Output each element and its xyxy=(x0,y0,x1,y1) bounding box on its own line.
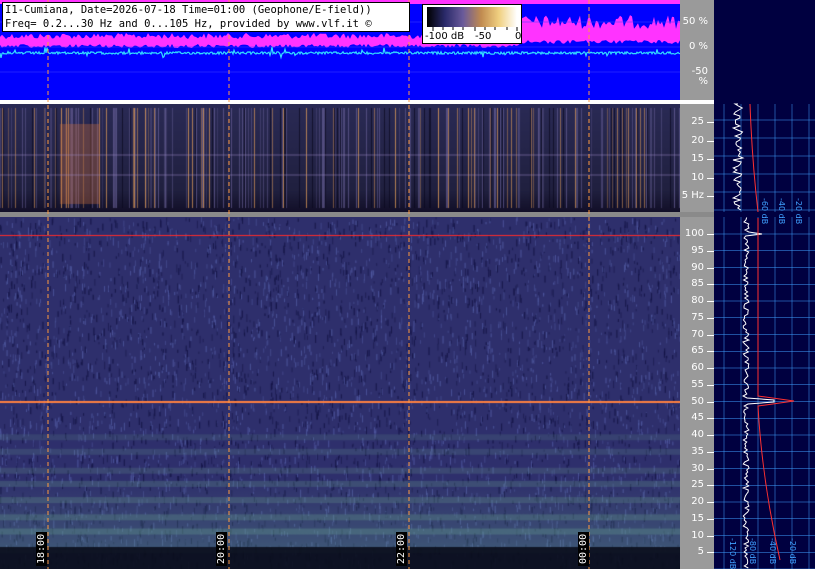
high-freq-tick: 45 xyxy=(691,412,704,424)
low-freq-tick: 25 xyxy=(691,116,704,127)
high-freq-canvas xyxy=(0,217,680,569)
high-freq-tick-mark xyxy=(707,301,714,302)
time-label-0000: 00:00 xyxy=(578,531,589,566)
high-freq-tick: 55 xyxy=(691,378,704,390)
high-freq-tick-mark xyxy=(707,351,714,353)
high-freq-tick-mark xyxy=(707,502,714,503)
low-freq-tick: 5 Hz xyxy=(681,190,704,201)
amplitude-axis: 50 % 0 % -50 % xyxy=(680,0,714,100)
amplitude-trace-line xyxy=(0,46,680,60)
low-freq-tick-mark xyxy=(707,122,714,123)
high-freq-tick: 80 xyxy=(691,295,704,306)
time-label-2000: 20:00 xyxy=(216,531,227,566)
high-freq-spectrogram xyxy=(0,217,680,569)
side-db-label-upper: -60 dB xyxy=(760,198,769,224)
high-freq-tick: 60 xyxy=(691,362,704,373)
low-freq-tick-mark xyxy=(707,140,714,142)
high-freq-tick: 70 xyxy=(691,328,704,340)
high-freq-tick-mark xyxy=(707,535,714,537)
low-freq-tick-mark xyxy=(707,177,714,179)
high-freq-tick-mark xyxy=(707,284,714,286)
high-freq-tick-mark xyxy=(707,317,714,319)
high-freq-axis: 100 95 90 85 80 75 70 65 60 55 50 45 40 35 30 25 20 15 10 5 xyxy=(680,217,714,569)
high-freq-tick: 25 xyxy=(691,479,704,491)
high-freq-tick-mark xyxy=(707,435,714,436)
high-freq-tick: 30 xyxy=(691,462,704,474)
high-freq-tick: 15 xyxy=(691,512,704,524)
spectrum-profile: -60 dB -40 dB -20 dB -120 dB -80 dB -40 dB -20… xyxy=(714,100,815,569)
db-label-min: -100 dB xyxy=(425,31,465,42)
side-db-label-lower: -120 dB xyxy=(728,538,737,569)
amp-tick-minus50: -50 % xyxy=(691,66,708,87)
side-db-label-lower: -40 dB xyxy=(768,538,777,564)
high-freq-tick: 40 xyxy=(691,429,704,440)
spectrogram-viewer: 50 % 0 % -50 % 25 20 15 10 5 Hz 100 95 90 85 80 7… xyxy=(0,0,815,569)
high-freq-tick-mark xyxy=(707,401,714,403)
info-header: I1-Cumiana, Date=2026-07-18 Time=01:00 (… xyxy=(2,2,410,32)
high-freq-tick: 10 xyxy=(691,529,704,541)
side-db-label-upper: -20 dB xyxy=(794,198,803,224)
high-freq-tick: 5 xyxy=(697,546,704,558)
low-freq-tick: 15 xyxy=(691,153,704,164)
amp-tick-0: 0 % xyxy=(688,41,708,52)
header-line-2: Freq= 0.2...30 Hz and 0...105 Hz, provid… xyxy=(5,18,372,30)
low-freq-spectrogram xyxy=(0,104,680,212)
side-db-label-lower: -20 dB xyxy=(788,538,797,564)
db-label-mid: -50 xyxy=(475,31,492,42)
side-red-lower xyxy=(757,218,795,561)
high-freq-tick-mark xyxy=(707,552,714,554)
header-line-1: I1-Cumiana, Date=2026-07-18 Time=01:00 (… xyxy=(5,4,372,16)
db-label-max: 0 xyxy=(515,31,522,42)
spectrum-side-panel: -60 dB -40 dB -20 dB -120 dB -80 dB -40 dB -20… xyxy=(714,0,815,569)
high-freq-tick-mark xyxy=(707,250,714,252)
low-freq-tick-mark xyxy=(707,196,714,197)
low-freq-tick: 10 xyxy=(691,171,704,183)
high-freq-tick: 95 xyxy=(691,244,704,256)
low-freq-tick-mark xyxy=(707,159,714,160)
high-freq-tick: 35 xyxy=(691,445,704,457)
high-freq-tick-mark xyxy=(707,518,714,520)
high-freq-tick: 50 xyxy=(691,395,704,407)
amp-tick-50: 50 % xyxy=(682,16,708,27)
time-label-2200: 22:00 xyxy=(396,531,407,566)
high-freq-tick-mark xyxy=(707,334,714,336)
high-freq-tick-mark xyxy=(707,234,714,235)
high-freq-tick-mark xyxy=(707,468,714,470)
high-freq-tick: 85 xyxy=(691,278,704,290)
time-label-1800: 18:00 xyxy=(36,531,47,566)
side-db-label-lower: -80 dB xyxy=(748,538,757,564)
high-freq-tick: 100 xyxy=(684,228,704,239)
low-freq-axis: 25 20 15 10 5 Hz xyxy=(680,104,714,212)
high-freq-tick-mark xyxy=(707,451,714,453)
side-db-label-upper: -40 dB xyxy=(777,198,786,224)
high-freq-tick-mark xyxy=(707,418,714,420)
high-freq-tick: 65 xyxy=(691,345,704,357)
db-color-scale: -100 dB -50 0 xyxy=(422,4,522,44)
low-freq-tick: 20 xyxy=(691,134,704,146)
high-freq-tick: 20 xyxy=(691,496,704,507)
high-freq-tick: 75 xyxy=(691,311,704,323)
high-freq-tick-mark xyxy=(707,368,714,369)
high-freq-tick-mark xyxy=(707,485,714,487)
high-freq-tick: 90 xyxy=(691,261,704,273)
low-freq-canvas xyxy=(0,104,680,212)
high-freq-tick-mark xyxy=(707,267,714,269)
high-freq-tick-mark xyxy=(707,384,714,386)
